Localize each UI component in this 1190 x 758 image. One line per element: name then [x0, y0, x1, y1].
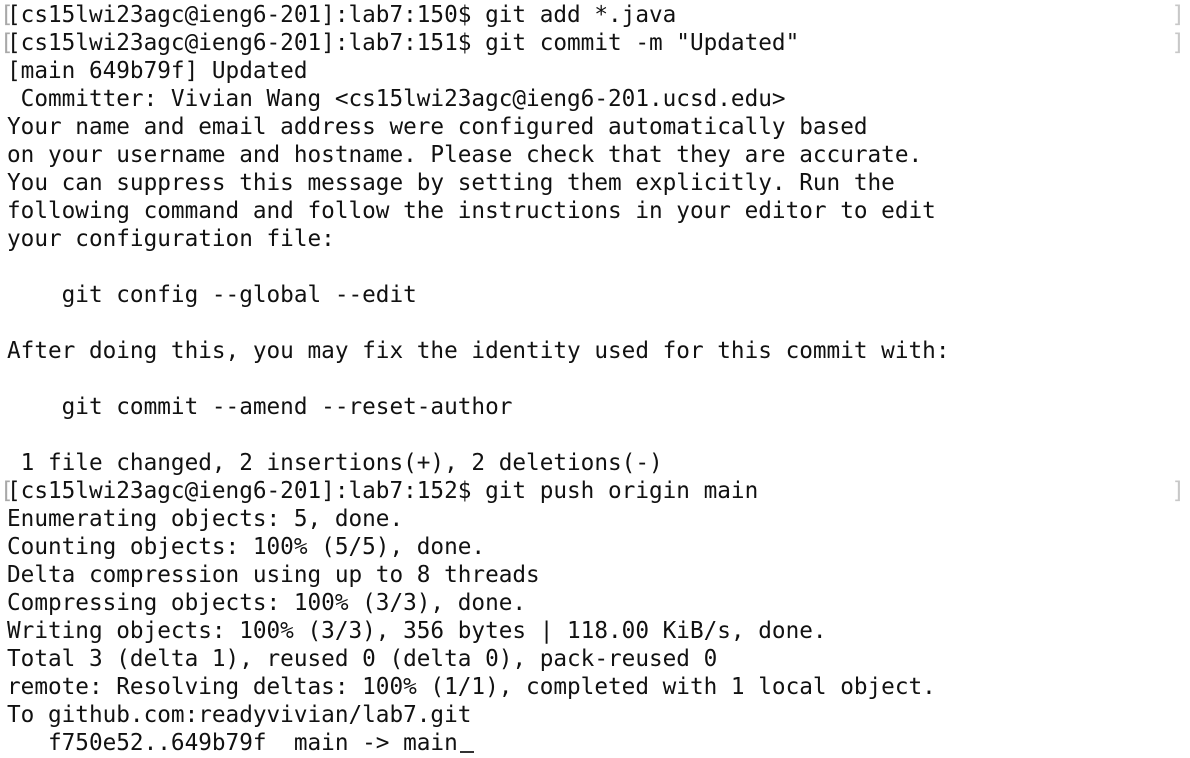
terminal-line: After doing this, you may fix the identi… [7, 338, 950, 364]
terminal-line: following command and follow the instruc… [7, 198, 936, 224]
terminal-line: Your name and email address were configu… [7, 114, 868, 140]
terminal-line: 1 file changed, 2 insertions(+), 2 delet… [7, 450, 663, 476]
terminal-line: To github.com:readyvivian/lab7.git [7, 702, 472, 728]
terminal-line-last: f750e52..649b79f main -> main [7, 729, 1183, 757]
terminal-output[interactable]: [cs15lwi23agc@ieng6-201]:lab7:150$ git a… [0, 1, 1185, 757]
terminal-line: [main 649b79f] Updated [7, 58, 308, 84]
terminal-line: You can suppress this message by setting… [7, 170, 895, 196]
terminal-line-prompt: [cs15lwi23agc@ieng6-201]:lab7:151$ git c… [0, 29, 1185, 57]
terminal-line: Delta compression using up to 8 threads [7, 562, 540, 588]
terminal-line: remote: Resolving deltas: 100% (1/1), co… [7, 674, 936, 700]
terminal-line-prompt: [cs15lwi23agc@ieng6-201]:lab7:150$ git a… [0, 1, 1185, 29]
terminal-line: Counting objects: 100% (5/5), done. [7, 534, 486, 560]
terminal-line: Total 3 (delta 1), reused 0 (delta 0), p… [7, 646, 718, 672]
terminal-line: on your username and hostname. Please ch… [7, 142, 923, 168]
terminal-line: Compressing objects: 100% (3/3), done. [7, 590, 527, 616]
terminal-line-text: f750e52..649b79f main -> main [7, 730, 458, 756]
terminal-line: Writing objects: 100% (3/3), 356 bytes |… [7, 618, 827, 644]
terminal-window[interactable]: [cs15lwi23agc@ieng6-201]:lab7:150$ git a… [0, 0, 1190, 758]
terminal-cursor[interactable] [459, 751, 474, 753]
terminal-line: Enumerating objects: 5, done. [7, 506, 404, 532]
terminal-line: git config --global --edit [7, 282, 417, 308]
terminal-line: your configuration file: [7, 226, 335, 252]
terminal-line: Committer: Vivian Wang <cs15lwi23agc@ien… [7, 86, 786, 112]
terminal-line-prompt: [cs15lwi23agc@ieng6-201]:lab7:152$ git p… [0, 477, 1185, 505]
terminal-line: git commit --amend --reset-author [7, 394, 513, 420]
